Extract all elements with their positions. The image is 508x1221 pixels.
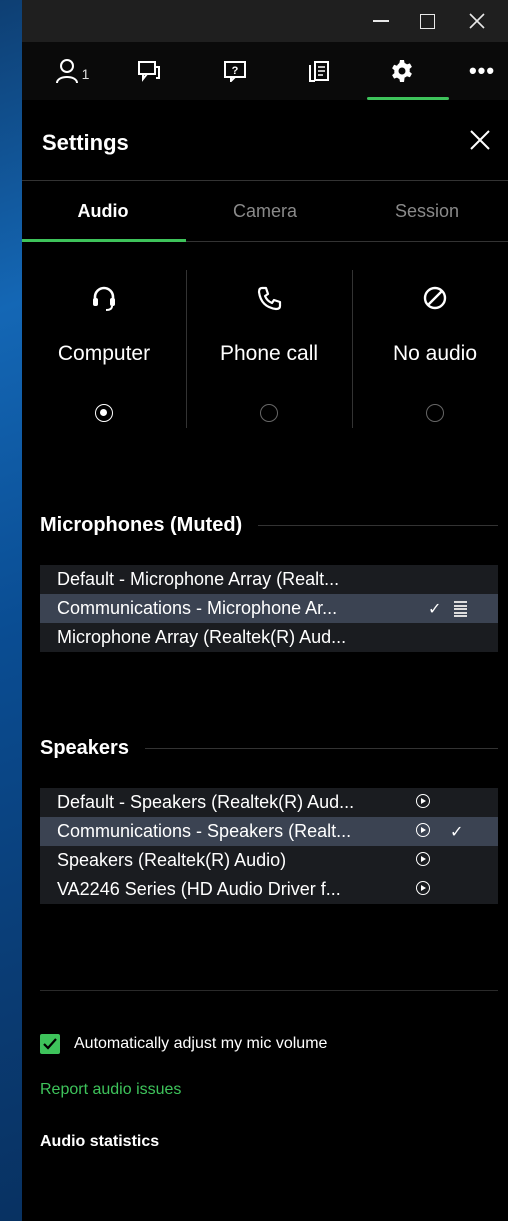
title-bar	[22, 0, 508, 42]
tab-camera[interactable]: Camera	[184, 181, 346, 241]
speaker-list: Default - Speakers (Realtek(R) Aud... Co…	[40, 788, 498, 904]
tab-camera-label: Camera	[232, 200, 298, 221]
app-window: 1 ? ••• Settings Audio Camera Session Co…	[22, 0, 508, 1221]
maximize-button[interactable]	[404, 0, 450, 42]
checkmark-icon: ✓	[450, 824, 464, 841]
settings-title: Settings	[42, 130, 129, 155]
audio-statistics-link[interactable]: Audio statistics	[40, 1133, 159, 1151]
mic-level-icon	[454, 601, 467, 617]
speaker-item[interactable]: Speakers (Realtek(R) Audio)	[40, 846, 498, 875]
mode-computer[interactable]: Computer	[22, 270, 186, 428]
desktop-background	[0, 0, 22, 1221]
mode-phone-label: Phone call	[219, 342, 319, 365]
auto-adjust-mic-option[interactable]: Automatically adjust my mic volume	[40, 1034, 327, 1054]
settings-header: Settings	[22, 100, 508, 181]
speakers-title: Speakers	[40, 737, 129, 759]
microphone-item-label: Microphone Array (Realtek(R) Aud...	[57, 627, 347, 647]
mode-computer-label: Computer	[57, 342, 151, 365]
auto-adjust-label: Automatically adjust my mic volume	[74, 1035, 328, 1052]
microphone-list: Default - Microphone Array (Realt... Com…	[40, 565, 498, 652]
report-audio-issues-link[interactable]: Report audio issues	[40, 1081, 181, 1099]
section-divider	[144, 748, 498, 749]
maximize-icon	[419, 13, 435, 29]
people-icon	[55, 59, 78, 84]
handouts-button[interactable]	[294, 42, 344, 100]
section-divider	[258, 525, 498, 526]
close-icon	[470, 130, 490, 150]
close-icon	[469, 13, 485, 29]
tab-session-label: Session	[394, 200, 460, 221]
mode-no-audio-label: No audio	[392, 342, 478, 365]
speaker-item-label: Default - Speakers (Realtek(R) Aud...	[57, 792, 355, 812]
headset-icon	[93, 286, 115, 311]
mode-no-audio-radio[interactable]	[426, 404, 444, 422]
mode-phone[interactable]: Phone call	[187, 270, 351, 428]
tab-session[interactable]: Session	[346, 181, 508, 241]
questions-button[interactable]: ?	[210, 42, 260, 100]
speaker-item-label: Communications - Speakers (Realt...	[57, 821, 352, 841]
people-count: 1	[81, 66, 90, 82]
more-icon: •••	[468, 58, 496, 83]
microphones-section-title: Microphones (Muted)	[40, 514, 498, 537]
minimize-icon	[373, 20, 389, 22]
chat-button[interactable]	[124, 42, 174, 100]
microphones-title: Microphones (Muted)	[40, 514, 243, 536]
checkmark-icon: ✓	[428, 601, 442, 618]
speaker-item[interactable]: VA2246 Series (HD Audio Driver f...	[40, 875, 498, 904]
microphone-item-label: Default - Microphone Array (Realt...	[57, 569, 340, 589]
speaker-item[interactable]: Default - Speakers (Realtek(R) Aud...	[40, 788, 498, 817]
microphone-item[interactable]: Default - Microphone Array (Realt...	[40, 565, 498, 594]
svg-text:?: ?	[232, 65, 239, 77]
tab-active-underline	[22, 239, 186, 242]
settings-button[interactable]	[367, 42, 449, 100]
play-test-icon[interactable]	[416, 794, 430, 808]
mode-computer-radio[interactable]	[95, 404, 113, 422]
settings-close-button[interactable]	[464, 124, 496, 156]
mode-phone-radio[interactable]	[260, 404, 278, 422]
people-button[interactable]: 1	[42, 42, 102, 100]
speaker-item-label: VA2246 Series (HD Audio Driver f...	[57, 879, 341, 899]
window-close-button[interactable]	[454, 0, 500, 42]
gear-icon	[392, 60, 412, 82]
no-audio-icon	[423, 286, 447, 310]
checkmark-icon	[43, 1038, 57, 1050]
tab-audio-label: Audio	[77, 200, 129, 221]
play-test-icon[interactable]	[416, 852, 430, 866]
microphone-item-label: Communications - Microphone Ar...	[57, 598, 338, 618]
minimize-button[interactable]	[358, 0, 404, 42]
handout-icon	[309, 61, 329, 82]
toolbar: 1 ? •••	[22, 42, 508, 100]
chat-icon	[138, 61, 160, 82]
auto-adjust-checkbox[interactable]	[40, 1034, 60, 1054]
audio-mode-options: Computer Phone call No audio	[22, 270, 508, 430]
question-icon: ?	[224, 61, 246, 82]
tab-audio[interactable]: Audio	[22, 181, 186, 242]
phone-icon	[257, 286, 282, 311]
speaker-item-label: Speakers (Realtek(R) Audio)	[57, 850, 287, 870]
play-test-icon[interactable]	[416, 823, 430, 837]
play-test-icon[interactable]	[416, 881, 430, 895]
speaker-item-selected[interactable]: Communications - Speakers (Realt... ✓	[40, 817, 498, 846]
section-divider	[40, 990, 498, 991]
microphone-item[interactable]: Microphone Array (Realtek(R) Aud...	[40, 623, 498, 652]
speakers-section-title: Speakers	[40, 737, 498, 760]
settings-tabs: Audio Camera Session	[22, 181, 508, 242]
mode-no-audio[interactable]: No audio	[353, 270, 508, 428]
microphone-item-selected[interactable]: Communications - Microphone Ar... ✓	[40, 594, 498, 623]
more-button[interactable]: •••	[456, 42, 508, 100]
